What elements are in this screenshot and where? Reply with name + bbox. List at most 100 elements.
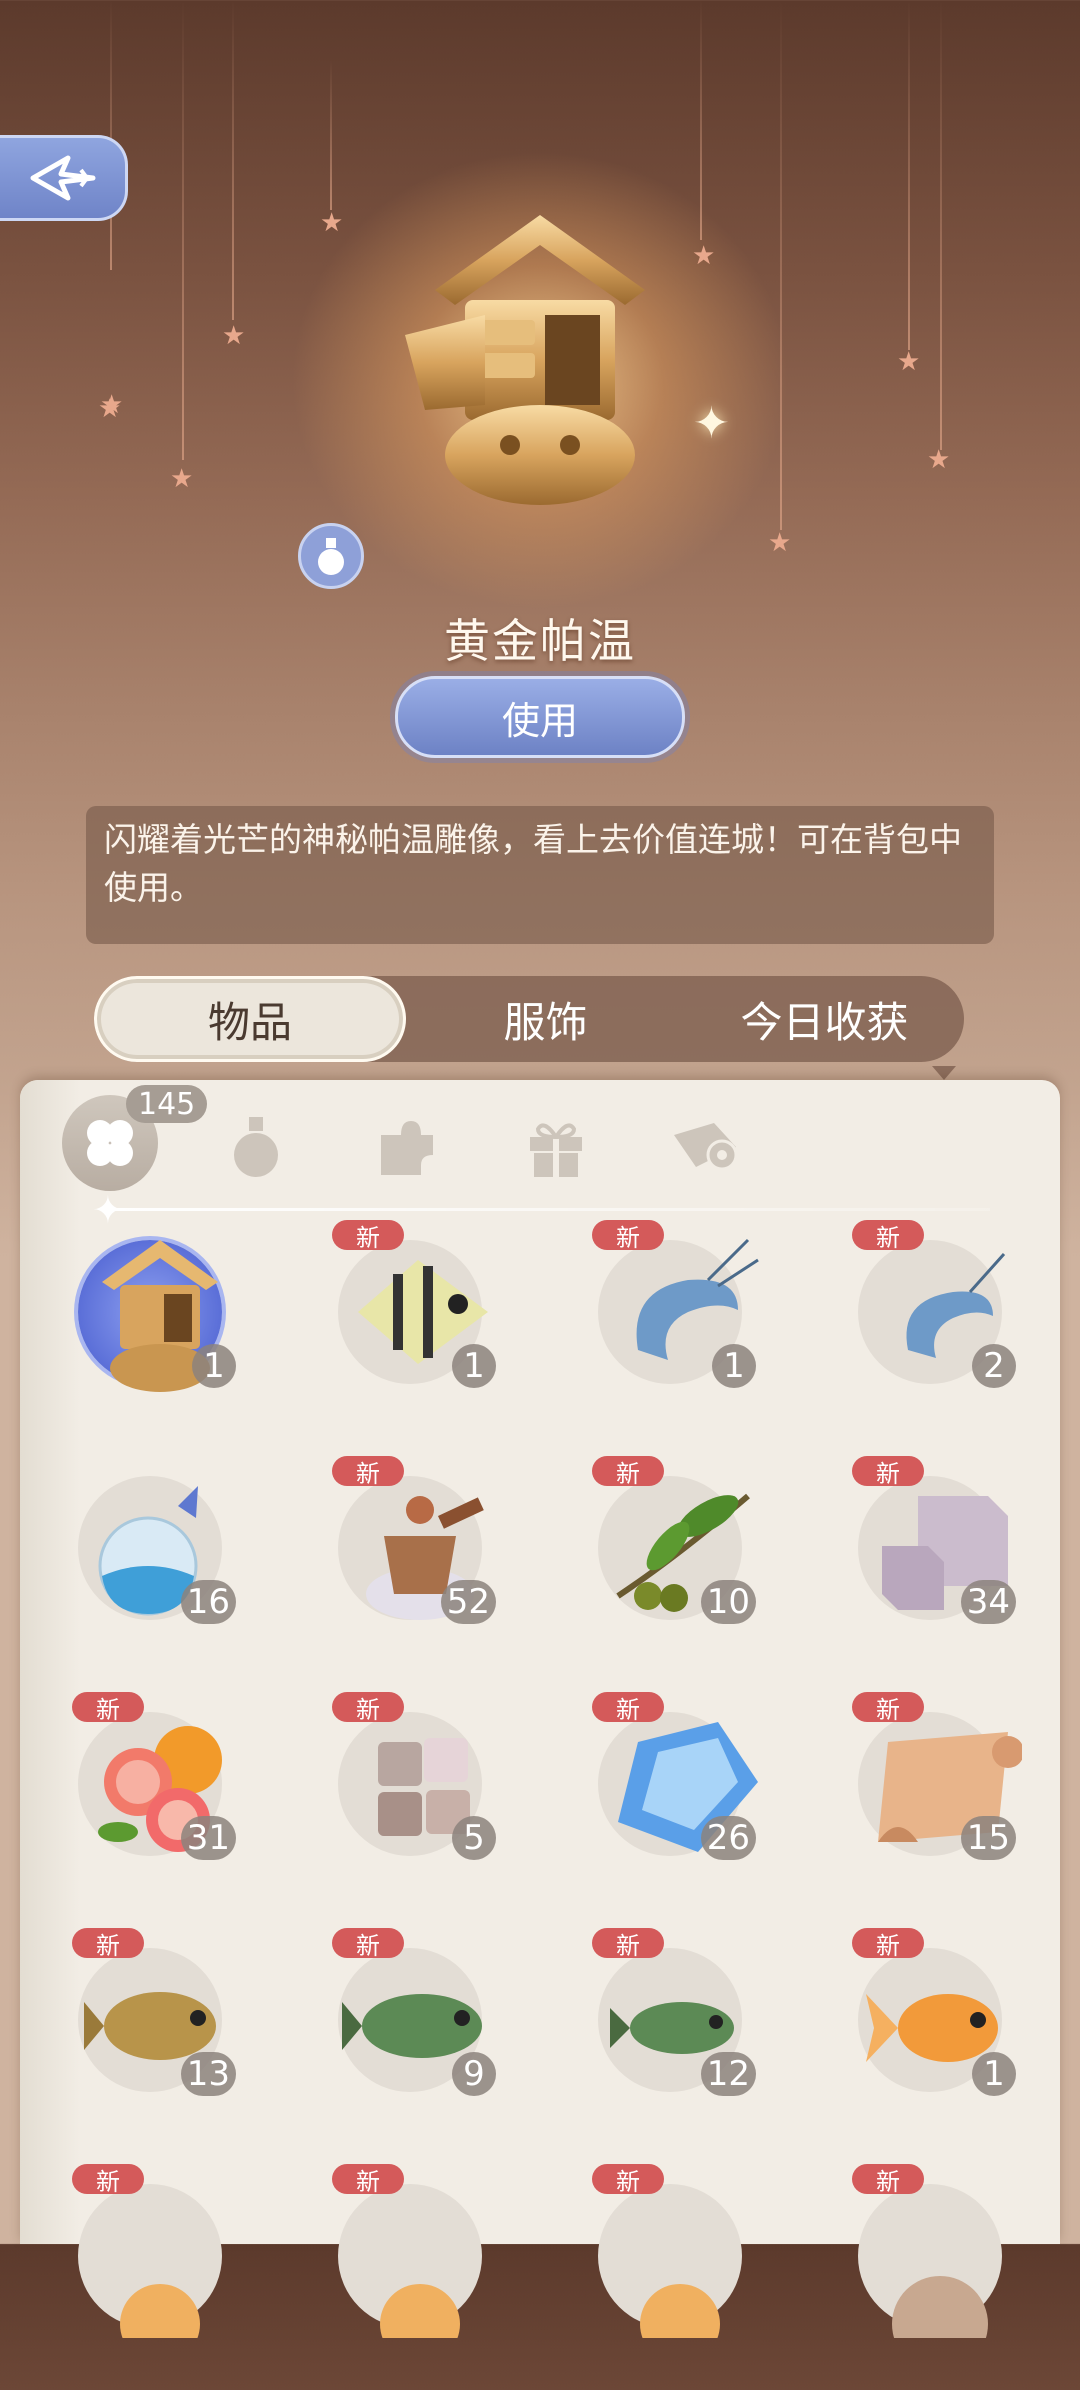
quantity-badge: 10 [700, 1580, 756, 1624]
star-ornament: ★ [927, 445, 951, 475]
partial-creature-icon [892, 2276, 988, 2338]
inventory-slot[interactable]: 新 34 [820, 1446, 1056, 1682]
use-button[interactable]: 使用 [395, 676, 685, 758]
back-button[interactable] [0, 135, 128, 221]
new-badge: 新 [332, 1456, 404, 1488]
inventory-slot[interactable]: 新1 [560, 1210, 796, 1446]
hanging-string [700, 0, 702, 240]
new-badge: 新 [72, 1928, 144, 1960]
inventory-slot[interactable]: 新 [820, 2154, 1056, 2390]
potion-icon [318, 538, 344, 575]
new-badge: 新 [72, 2164, 144, 2196]
category-bar: 145 [58, 1085, 998, 1205]
new-badge: 新 [852, 1220, 924, 1252]
star-ornament: ★ [692, 241, 716, 271]
quantity-badge: 12 [700, 2052, 756, 2096]
star-ornament: ★ [170, 464, 194, 494]
inventory-slot[interactable]: 新9 [300, 1918, 536, 2154]
quantity-badge: 16 [180, 1580, 236, 1624]
inventory-slot[interactable]: 新 12 [560, 1918, 796, 2154]
star-ornament: ★ [897, 347, 921, 377]
inventory-tabs: 物品 服饰 今日收获 [94, 976, 964, 1062]
inventory-slot[interactable]: 新1 [820, 1918, 1056, 2154]
quantity-badge: 9 [452, 2052, 496, 2096]
item-description: 闪耀着光芒的神秘帕温雕像，看上去价值连城！可在背包中使用。 [86, 806, 994, 944]
new-badge: 新 [332, 1928, 404, 1960]
inventory-slot[interactable]: 新 13 [40, 1918, 276, 2154]
quantity-badge: 2 [972, 1344, 1016, 1388]
sparkle-icon: ✦ [693, 398, 730, 449]
hanging-string [780, 0, 782, 530]
quantity-badge: 52 [440, 1580, 496, 1624]
new-badge: 新 [592, 1220, 664, 1252]
inventory-slot[interactable]: 新1 [300, 1210, 536, 1446]
quantity-badge: 13 [180, 2052, 236, 2096]
new-badge: 新 [332, 2164, 404, 2196]
category-gift-button[interactable] [516, 1107, 596, 1187]
star-ornament: ★ [768, 528, 792, 558]
new-badge: 新 [592, 1692, 664, 1724]
new-badge: 新 [592, 1928, 664, 1960]
category-scroll-button[interactable] [664, 1107, 744, 1187]
inventory-slot[interactable]: 1 [40, 1210, 276, 1446]
hanging-string [232, 0, 234, 320]
hanging-string [110, 0, 112, 270]
partial-item-icon [380, 2284, 460, 2338]
scroll-icon [674, 1123, 738, 1171]
partial-item-icon [120, 2284, 200, 2338]
quantity-badge: 34 [960, 1580, 1016, 1624]
category-potion-button[interactable] [216, 1107, 296, 1187]
new-badge: 新 [332, 1692, 404, 1724]
inventory-slot[interactable]: 新 [300, 2154, 536, 2390]
inventory-slot[interactable]: 新5 [300, 1682, 536, 1918]
quantity-badge: 15 [960, 1816, 1016, 1860]
quantity-badge: 31 [180, 1816, 236, 1860]
star-ornament: ★ [320, 208, 344, 238]
partial-item-icon [640, 2284, 720, 2338]
star-ornament: ★ [222, 321, 246, 351]
clover-icon [87, 1120, 133, 1166]
new-badge: 新 [592, 1456, 664, 1488]
quantity-badge: 1 [192, 1344, 236, 1388]
golden-pawen-statue-icon [405, 215, 645, 505]
puzzle-icon [381, 1121, 433, 1175]
hanging-string [182, 0, 184, 460]
quantity-badge: 26 [700, 1816, 756, 1860]
hanging-string [330, 60, 332, 210]
inventory-slot[interactable]: 新 26 [560, 1682, 796, 1918]
gift-icon [530, 1123, 582, 1177]
quantity-badge: 1 [452, 1344, 496, 1388]
star-ornament: ★ [100, 390, 124, 420]
new-badge: 新 [852, 1456, 924, 1488]
inventory-slot[interactable]: 新 15 [820, 1682, 1056, 1918]
hanging-string [940, 0, 942, 450]
tab-clothing[interactable]: 服饰 [406, 976, 685, 1062]
new-badge: 新 [852, 1928, 924, 1960]
inventory-slot[interactable]: 新 10 [560, 1446, 796, 1682]
new-badge: 新 [852, 2164, 924, 2196]
back-arrow-icon [30, 155, 95, 201]
category-puzzle-button[interactable] [366, 1107, 446, 1187]
inventory-slot[interactable]: 新 [560, 2154, 796, 2390]
hanging-string [908, 0, 910, 350]
tab-pointer [932, 1066, 956, 1080]
inventory-slot[interactable]: 新 52 [300, 1446, 536, 1682]
new-badge: 新 [332, 1220, 404, 1252]
tab-items[interactable]: 物品 [94, 976, 406, 1062]
inventory-slot[interactable]: 新 31 [40, 1682, 276, 1918]
new-badge: 新 [72, 1692, 144, 1724]
new-badge: 新 [592, 2164, 664, 2196]
item-showcase: ★ ★ ★ ★ ★ ★ ★ ★ ★ ✦ 黄金帕温 使用 闪耀着光芒的神秘帕温雕像… [0, 0, 1080, 1080]
category-count-badge: 145 [126, 1085, 208, 1123]
item-name: 黄金帕温 [444, 614, 636, 668]
inventory-slot[interactable]: 16 [40, 1446, 276, 1682]
potion-badge [298, 523, 364, 589]
inventory-slot[interactable]: 新2 [820, 1210, 1056, 1446]
inventory-slot[interactable]: 新 [40, 2154, 276, 2390]
quantity-badge: 1 [972, 2052, 1016, 2096]
tab-today-harvest[interactable]: 今日收获 [685, 976, 964, 1062]
potion-icon [234, 1117, 278, 1177]
quantity-badge: 5 [452, 1816, 496, 1860]
quantity-badge: 1 [712, 1344, 756, 1388]
new-badge: 新 [852, 1692, 924, 1724]
